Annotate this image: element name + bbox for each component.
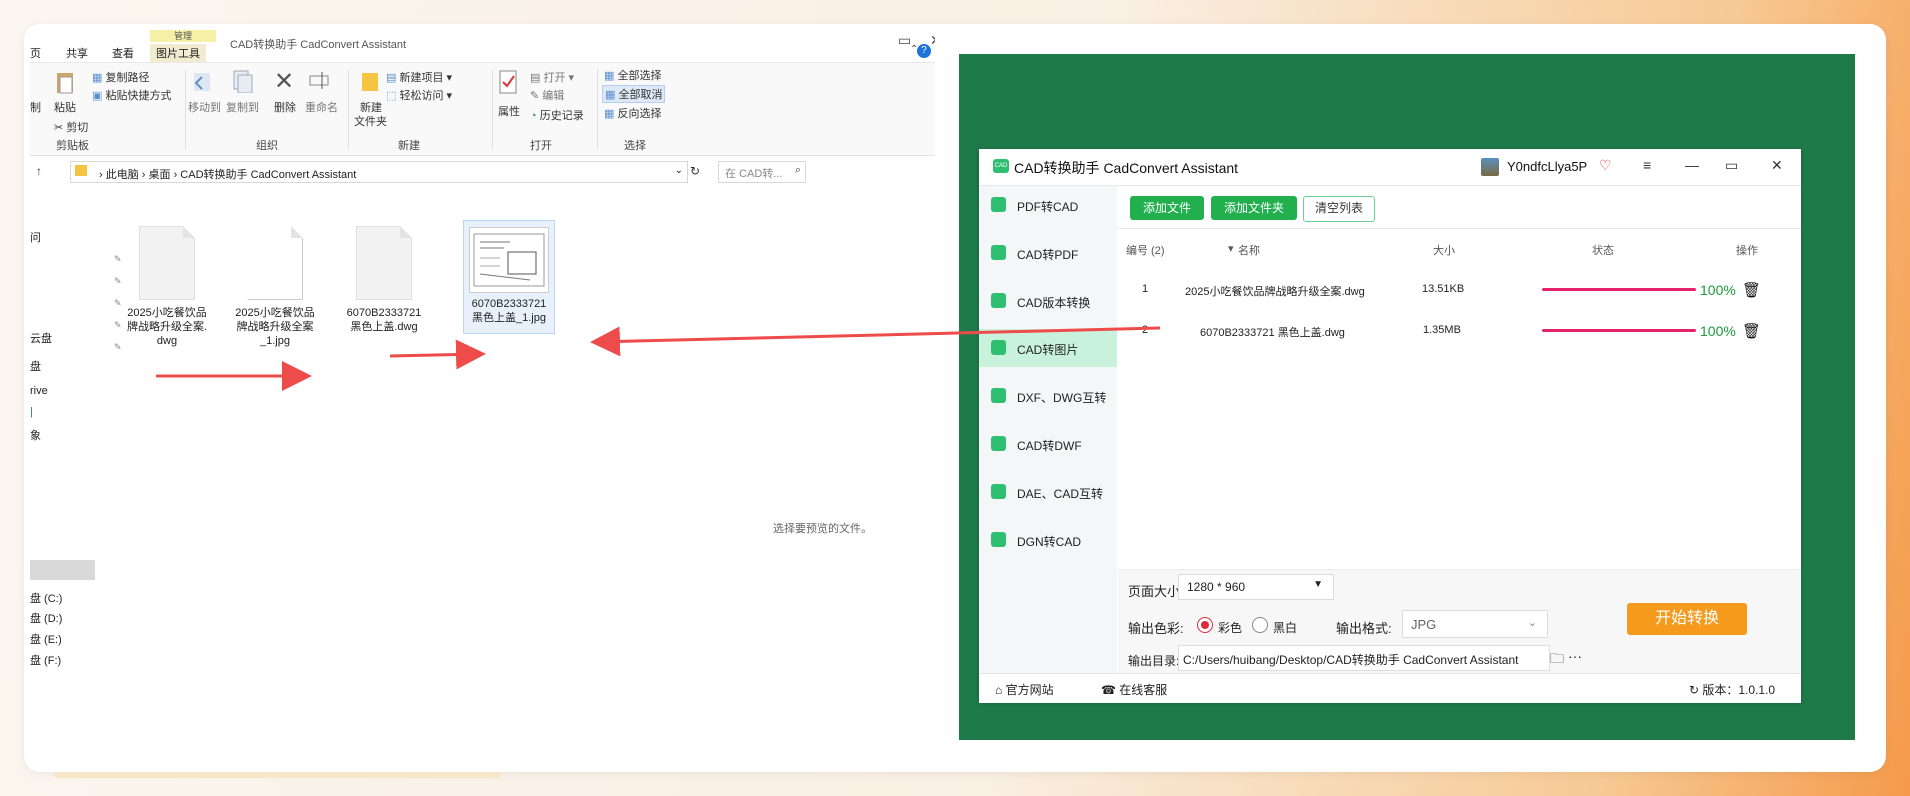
arrow-right-2	[389, 339, 486, 370]
annotation-arrows	[156, 326, 1161, 391]
arrow-left	[590, 326, 1161, 357]
